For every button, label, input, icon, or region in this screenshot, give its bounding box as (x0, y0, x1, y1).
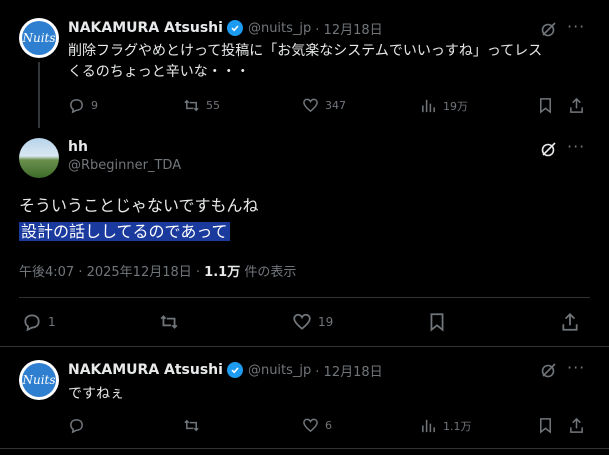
post-date[interactable]: · 12月18日 (315, 361, 382, 380)
views-count: 19万 (443, 99, 468, 113)
share-icon (562, 312, 578, 331)
more-icon[interactable]: ··· (567, 17, 585, 36)
action-bar: 9 55 347 19万 (68, 97, 588, 115)
more-icon[interactable]: ··· (567, 137, 585, 156)
text-selection: 設計の話ししてるのであって (19, 222, 230, 241)
reply-icon (24, 314, 40, 332)
share-button[interactable] (560, 312, 580, 332)
author-name[interactable]: NAKAMURA Atsushi (68, 362, 223, 378)
repost-button[interactable]: 55 (183, 97, 220, 114)
post-meta: 午後4:07 · 2025年12月18日 · 1.1万 件の表示 (19, 261, 296, 280)
repost-button[interactable] (183, 417, 200, 434)
verified-badge-icon (226, 362, 243, 378)
post-text: ですねぇ (68, 386, 124, 402)
avatar-logo: Nuits (22, 21, 56, 55)
share-button[interactable] (568, 97, 585, 114)
like-count: 19 (318, 315, 334, 329)
post-timestamp[interactable]: 午後4:07 · 2025年12月18日 · (19, 265, 200, 280)
post-text-line: 削除フラグやめとけって投稿に「お気楽なシステムでいいっすね」ってレス (68, 43, 543, 59)
author-handle[interactable]: @Rbeginner_TDA (68, 158, 181, 173)
avatar[interactable]: Nuits (19, 18, 59, 58)
divider (0, 448, 609, 449)
view-count: 1.1万 (204, 265, 241, 280)
bookmark-button[interactable] (537, 97, 554, 114)
views-count: 1.1万 (443, 419, 472, 433)
post-text-line-selected: 設計の話ししてるのであって (19, 219, 259, 245)
grok-icon[interactable] (540, 361, 558, 383)
divider (19, 297, 590, 298)
bookmark-icon (430, 313, 444, 332)
repost-icon (160, 315, 178, 329)
reply-button[interactable] (68, 417, 85, 434)
like-icon (303, 418, 318, 433)
avatar-logo: Nuits (22, 363, 56, 397)
author-handle[interactable]: @nuits_jp (248, 363, 311, 378)
post-date[interactable]: · 12月18日 (315, 19, 382, 38)
reply-count: 1 (48, 315, 56, 329)
like-icon (293, 313, 311, 330)
reply-button[interactable]: 1 (22, 312, 56, 332)
like-button[interactable]: 6 (302, 417, 332, 434)
post-text-line: そういうことじゃないですもんね (19, 196, 259, 215)
reply-icon (70, 99, 83, 114)
repost-icon (184, 419, 199, 432)
views-icon (422, 99, 435, 113)
share-icon (570, 417, 583, 433)
share-icon (570, 97, 583, 113)
like-count: 347 (325, 99, 346, 112)
view-label: 件の表示 (244, 265, 297, 280)
divider (0, 346, 609, 347)
reply-button[interactable]: 9 (68, 97, 98, 114)
post-header: hh @Rbeginner_TDA (68, 139, 181, 173)
more-icon[interactable]: ··· (567, 358, 585, 377)
author-name[interactable]: NAKAMURA Atsushi (68, 20, 223, 36)
bookmark-button[interactable] (537, 417, 554, 434)
grok-icon[interactable] (540, 140, 558, 162)
post-header: NAKAMURA Atsushi @nuits_jp · 12月18日 (68, 18, 383, 38)
avatar[interactable]: Nuits (19, 360, 59, 400)
repost-button[interactable] (159, 312, 179, 332)
bookmark-button[interactable] (427, 312, 447, 332)
repost-icon (184, 99, 199, 112)
views-button[interactable]: 1.1万 (420, 417, 472, 434)
bookmark-icon (540, 98, 551, 114)
repost-count: 55 (206, 99, 220, 112)
post-text: そういうことじゃないですもんね 設計の話ししてるのであって (19, 193, 259, 245)
grok-icon[interactable] (540, 20, 558, 42)
post-header: NAKAMURA Atsushi @nuits_jp · 12月18日 (68, 360, 383, 380)
share-button[interactable] (568, 417, 585, 434)
thread-line (38, 62, 40, 128)
verified-badge-icon (226, 20, 243, 36)
bookmark-icon (540, 418, 551, 434)
like-icon (303, 98, 318, 113)
views-icon (422, 419, 435, 433)
post-text: 削除フラグやめとけって投稿に「お気楽なシステムでいいっすね」ってレス くるのちょ… (68, 41, 598, 83)
author-handle[interactable]: @nuits_jp (248, 21, 311, 36)
post-text-line: くるのちょっと辛いな・・・ (68, 64, 250, 80)
author-name[interactable]: hh (68, 139, 181, 155)
avatar[interactable] (19, 138, 59, 178)
reply-icon (70, 419, 83, 434)
like-count: 6 (325, 419, 332, 432)
action-bar: 1 19 (22, 312, 587, 334)
reply-count: 9 (91, 99, 98, 112)
like-button[interactable]: 347 (302, 97, 346, 114)
like-button[interactable]: 19 (292, 312, 333, 332)
action-bar: 6 1.1万 (68, 417, 588, 435)
views-button[interactable]: 19万 (420, 97, 468, 114)
